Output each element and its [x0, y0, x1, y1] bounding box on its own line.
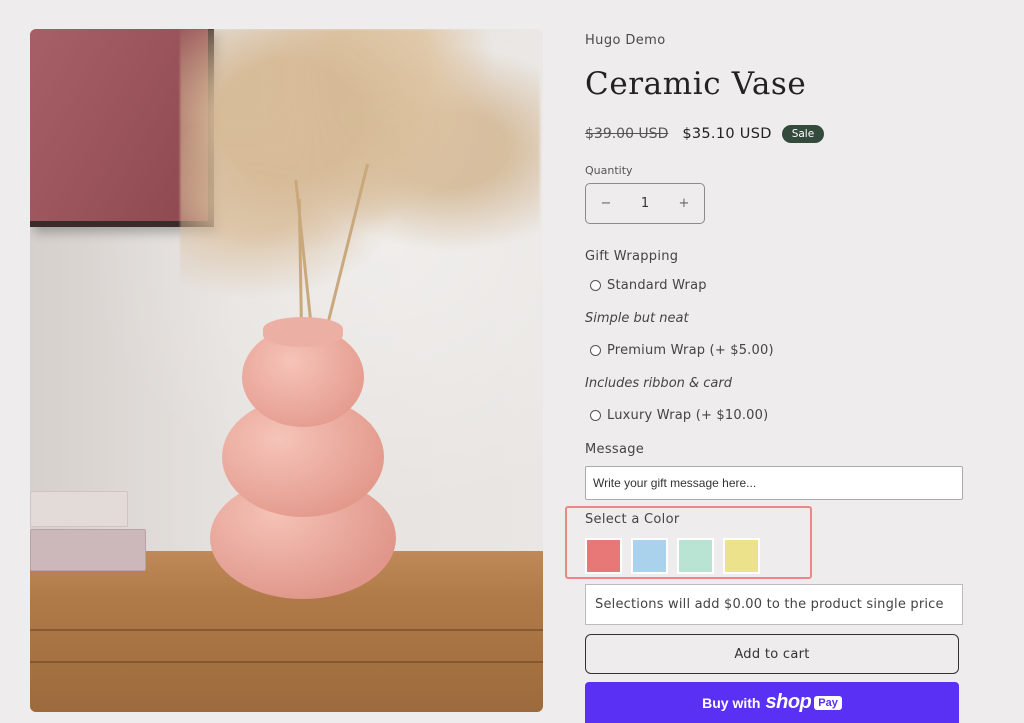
product-title: Ceramic Vase — [585, 66, 807, 102]
gift-option-note: Includes ribbon & card — [585, 376, 732, 391]
pay-badge: Pay — [814, 695, 842, 710]
gift-option-note: Simple but neat — [585, 311, 689, 326]
vase-neck — [263, 317, 343, 347]
product-brand: Hugo Demo — [585, 33, 666, 48]
quantity-stepper[interactable]: − 1 + — [585, 183, 705, 224]
books — [30, 491, 148, 573]
decrease-quantity-button[interactable]: − — [600, 196, 612, 211]
buy-with-label: Buy with — [702, 694, 761, 711]
product-image — [30, 29, 543, 712]
table-groove — [30, 629, 543, 631]
price-row: $39.00 USD $35.10 USD Sale — [585, 123, 825, 145]
table-groove — [30, 661, 543, 663]
color-label: Select a Color — [585, 512, 680, 527]
message-label: Message — [585, 442, 645, 457]
radio-button[interactable] — [590, 280, 601, 291]
selection-price-info: Selections will add $0.00 to the product… — [585, 584, 963, 625]
gift-message-input[interactable] — [585, 466, 963, 500]
color-swatch-red[interactable] — [585, 538, 622, 574]
color-swatch-blue[interactable] — [631, 538, 668, 574]
gift-option-label[interactable]: Premium Wrap (+ $5.00) — [607, 343, 774, 358]
radio-button[interactable] — [590, 410, 601, 421]
original-price: $39.00 USD — [585, 126, 669, 142]
pampas-grass — [180, 29, 540, 329]
quantity-label: Quantity — [585, 164, 633, 177]
quantity-value[interactable]: 1 — [641, 196, 649, 211]
sale-badge: Sale — [781, 125, 825, 143]
gift-option-label[interactable]: Luxury Wrap (+ $10.00) — [607, 408, 768, 423]
increase-quantity-button[interactable]: + — [678, 196, 690, 211]
add-to-cart-button[interactable]: Add to cart — [585, 634, 959, 674]
gift-option-label[interactable]: Standard Wrap — [607, 278, 707, 293]
gift-option-standard[interactable]: Standard Wrap — [590, 278, 707, 293]
gift-option-premium[interactable]: Premium Wrap (+ $5.00) — [590, 343, 774, 358]
sale-price: $35.10 USD — [682, 126, 772, 142]
book — [30, 529, 146, 571]
color-swatch-green[interactable] — [677, 538, 714, 574]
color-swatch-yellow[interactable] — [723, 538, 760, 574]
shop-logo: shop — [765, 691, 812, 713]
book — [30, 491, 128, 527]
selection-price-text: Selections will add $0.00 to the product… — [595, 597, 944, 612]
buy-with-shop-pay-button[interactable]: Buy with shop Pay — [585, 682, 959, 723]
gift-option-luxury[interactable]: Luxury Wrap (+ $10.00) — [590, 408, 768, 423]
radio-button[interactable] — [590, 345, 601, 356]
pink-vase — [208, 317, 398, 599]
gift-wrapping-label: Gift Wrapping — [585, 249, 679, 264]
